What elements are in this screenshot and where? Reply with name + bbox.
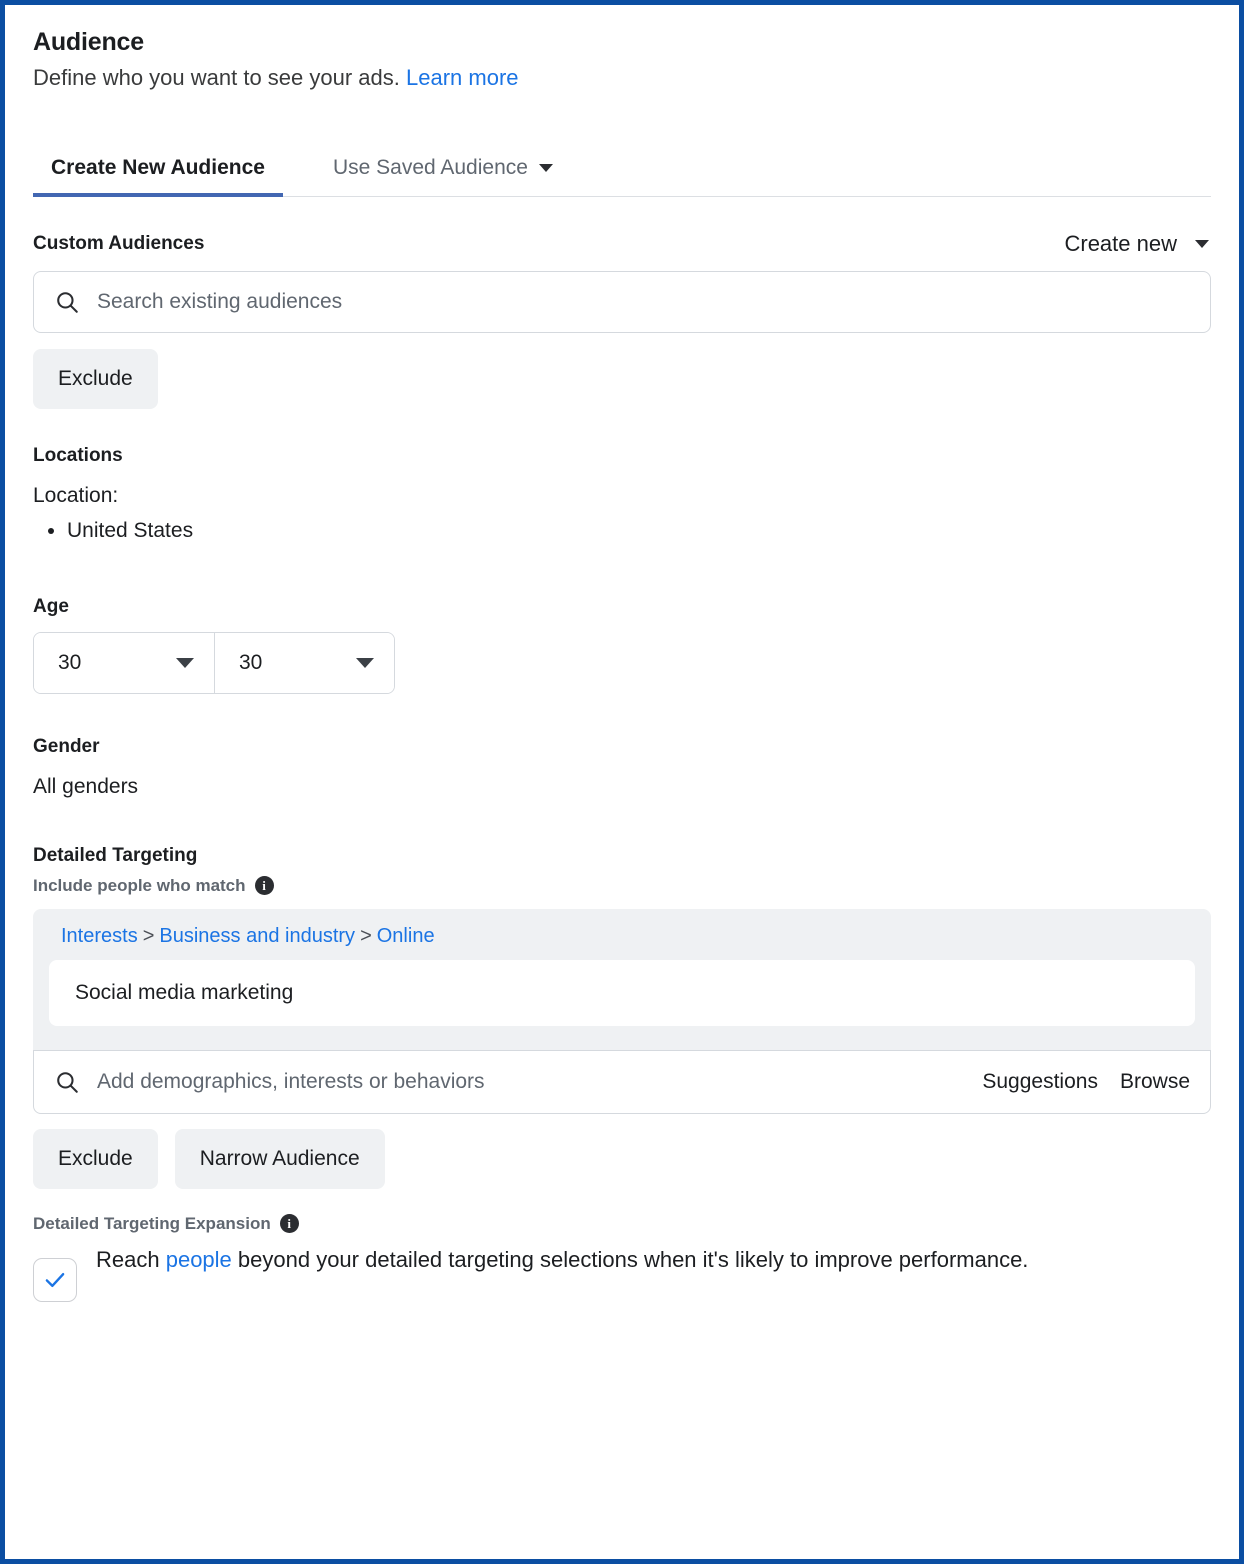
- detailed-targeting-section: Detailed Targeting Include people who ma…: [33, 845, 1211, 1189]
- chevron-down-icon: [356, 658, 374, 668]
- info-icon[interactable]: i: [255, 876, 274, 895]
- detailed-targeting-search-placeholder: Add demographics, interests or behaviors: [97, 1070, 485, 1094]
- expansion-checkbox[interactable]: [33, 1258, 77, 1302]
- include-people-label: Include people who match: [33, 876, 246, 896]
- suggestions-button[interactable]: Suggestions: [982, 1070, 1098, 1094]
- info-icon[interactable]: i: [280, 1214, 299, 1233]
- chevron-down-icon: [176, 658, 194, 668]
- age-heading: Age: [33, 596, 1211, 618]
- narrow-audience-button[interactable]: Narrow Audience: [175, 1129, 385, 1189]
- detailed-targeting-panel: Interests>Business and industry>Online S…: [33, 909, 1211, 1050]
- age-min-value: 30: [58, 651, 81, 675]
- locations-heading: Locations: [33, 445, 1211, 467]
- custom-audiences-heading: Custom Audiences: [33, 233, 204, 255]
- custom-audience-search-placeholder: Search existing audiences: [97, 290, 342, 314]
- age-max-value: 30: [239, 651, 262, 675]
- breadcrumb-item-business-and-industry[interactable]: Business and industry: [159, 925, 355, 947]
- breadcrumb: Interests>Business and industry>Online: [49, 925, 1195, 948]
- breadcrumb-item-interests[interactable]: Interests: [61, 925, 138, 947]
- custom-audience-search-box[interactable]: Search existing audiences: [33, 271, 1211, 333]
- expansion-text-after: beyond your detailed targeting selection…: [232, 1247, 1029, 1272]
- chevron-down-icon: [1195, 240, 1209, 248]
- breadcrumb-separator: >: [360, 925, 372, 947]
- include-people-label-row: Include people who match i: [33, 876, 1211, 896]
- tab-use-saved-audience[interactable]: Use Saved Audience: [315, 156, 571, 196]
- age-max-select[interactable]: 30: [214, 633, 394, 693]
- locations-section: Locations Location: United States: [33, 445, 1211, 545]
- audience-tabs: Create New Audience Use Saved Audience: [33, 136, 1211, 197]
- page-subtitle-text: Define who you want to see your ads.: [33, 65, 400, 90]
- gender-heading: Gender: [33, 736, 1211, 758]
- detailed-targeting-heading: Detailed Targeting: [33, 845, 1211, 867]
- tab-create-new-audience[interactable]: Create New Audience: [33, 156, 283, 196]
- page-header: Audience Define who you want to see your…: [33, 27, 1211, 93]
- people-link[interactable]: people: [166, 1247, 232, 1272]
- detailed-targeting-exclude-button[interactable]: Exclude: [33, 1129, 158, 1189]
- tab-use-saved-audience-label: Use Saved Audience: [333, 156, 528, 180]
- detailed-targeting-buttons: Exclude Narrow Audience: [33, 1129, 1211, 1189]
- expansion-label-row: Detailed Targeting Expansion i: [33, 1214, 1211, 1234]
- custom-audiences-exclude-button[interactable]: Exclude: [33, 349, 158, 409]
- detailed-targeting-search-box[interactable]: Add demographics, interests or behaviors…: [33, 1050, 1211, 1114]
- page-subtitle: Define who you want to see your ads. Lea…: [33, 64, 1211, 93]
- expansion-description: Reach people beyond your detailed target…: [96, 1244, 1028, 1276]
- age-section: Age 30 30: [33, 596, 1211, 694]
- gender-value: All genders: [33, 775, 1211, 799]
- create-new-audience-button[interactable]: Create new: [1064, 231, 1211, 257]
- list-item: United States: [67, 516, 1211, 545]
- search-icon: [54, 1069, 80, 1095]
- breadcrumb-separator: >: [143, 925, 155, 947]
- age-min-select[interactable]: 30: [34, 633, 214, 693]
- breadcrumb-item-online[interactable]: Online: [377, 925, 435, 947]
- location-label: Location:: [33, 484, 1211, 508]
- create-new-label: Create new: [1064, 231, 1177, 257]
- gender-section: Gender All genders: [33, 736, 1211, 799]
- expansion-text-before: Reach: [96, 1247, 166, 1272]
- chevron-down-icon: [539, 164, 553, 172]
- location-list: United States: [67, 516, 1211, 545]
- age-range-selects: 30 30: [33, 632, 395, 694]
- detailed-targeting-expansion-section: Detailed Targeting Expansion i Reach peo…: [33, 1214, 1211, 1302]
- search-icon: [54, 289, 80, 315]
- page-title: Audience: [33, 27, 1211, 57]
- check-icon: [42, 1267, 68, 1293]
- selected-interest-label: Social media marketing: [75, 981, 293, 1005]
- custom-audiences-section: Custom Audiences Create new Search exist…: [33, 231, 1211, 409]
- selected-interest-chip[interactable]: Social media marketing: [49, 960, 1195, 1026]
- learn-more-link[interactable]: Learn more: [406, 65, 519, 90]
- expansion-label: Detailed Targeting Expansion: [33, 1214, 271, 1234]
- browse-button[interactable]: Browse: [1120, 1070, 1190, 1094]
- audience-panel: Audience Define who you want to see your…: [0, 0, 1244, 1564]
- tab-create-new-audience-label: Create New Audience: [51, 156, 265, 179]
